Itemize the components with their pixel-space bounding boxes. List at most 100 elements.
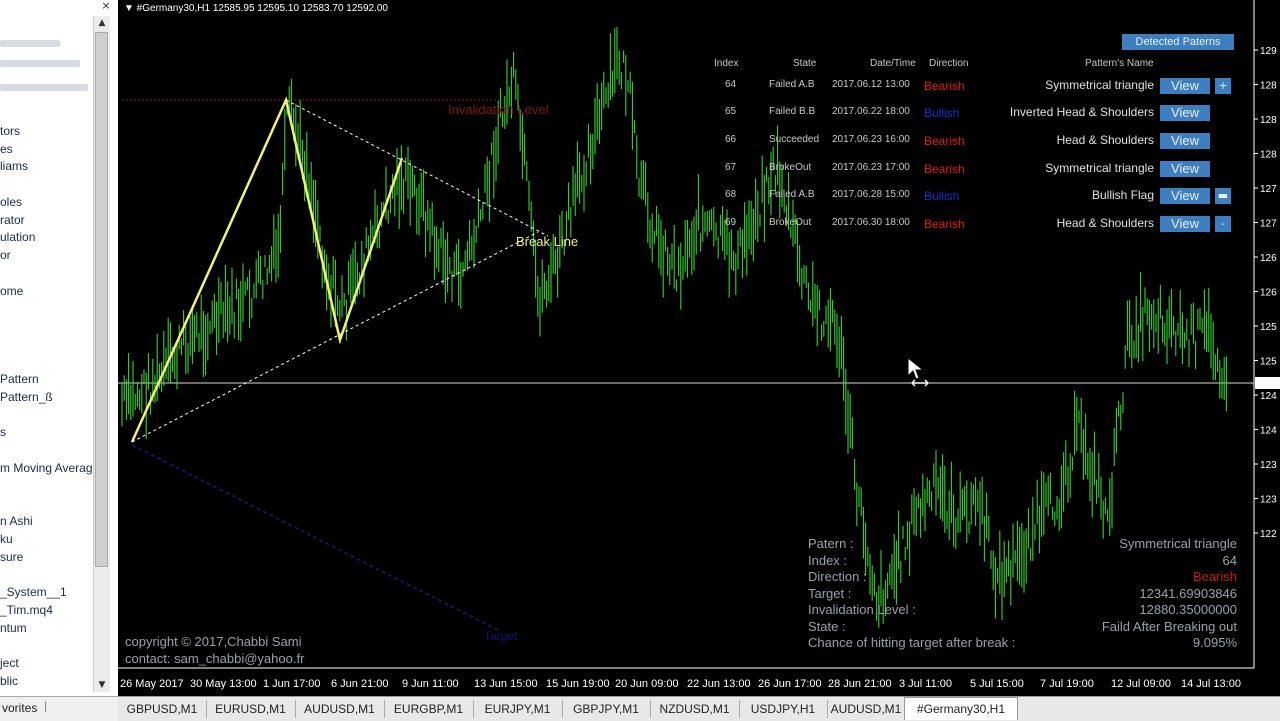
y-tick-label: 123	[1260, 460, 1277, 471]
chart-tab[interactable]: USDJPY,H1	[739, 700, 828, 718]
info-label: Target :	[808, 585, 852, 601]
y-tick-label: 126	[1260, 253, 1277, 264]
navigator-item[interactable]: s	[0, 425, 6, 439]
y-tick-label: 129	[1260, 46, 1277, 57]
scroll-down-icon[interactable]: ▼	[94, 678, 110, 692]
navigator-item[interactable]: es	[0, 142, 13, 156]
navigator-item[interactable]: m Moving Average	[0, 461, 99, 475]
y-tick-label: 128	[1260, 150, 1277, 161]
navigator-item[interactable]: n Ashi	[0, 514, 33, 528]
row-datetime: 2017.06.30 18:00	[832, 217, 910, 228]
row-extra-button[interactable]: +	[1215, 78, 1231, 94]
row-extra-button[interactable]: -	[1215, 216, 1231, 232]
row-index: 64	[725, 79, 737, 90]
row-state: Failed A.B	[769, 189, 815, 200]
row-state: BrokeOut	[769, 162, 812, 173]
chart-tab[interactable]: AUDUSD,M1	[295, 700, 385, 718]
row-index: 65	[725, 106, 737, 117]
info-label: Direction :	[808, 569, 867, 584]
blurred-item	[0, 84, 88, 91]
view-button[interactable]: View	[1160, 161, 1210, 177]
navigator-item[interactable]: ject	[0, 656, 19, 670]
navigator-item[interactable]: oles	[0, 195, 22, 209]
x-tick-label: 15 Jun 19:00	[546, 678, 610, 690]
favorites-tab[interactable]: vorites |	[0, 696, 118, 721]
x-tick-label: 7 Jul 19:00	[1040, 678, 1094, 690]
y-tick-label: 128	[1260, 115, 1277, 126]
price-chart[interactable]: 26 May 2017 30 May 13:00 1 Jun 17:00 6 Jun …	[118, 0, 1280, 696]
row-extra-button[interactable]: ▬	[1215, 188, 1231, 204]
x-tick-label: 9 Jun 11:00	[402, 678, 459, 690]
x-tick-label: 13 Jun 15:00	[474, 678, 538, 690]
chart-tab[interactable]: GBPUSD,M1	[118, 700, 207, 718]
view-button[interactable]: View	[1160, 78, 1210, 94]
info-value: Bearish	[1192, 569, 1237, 584]
navigator-item[interactable]: Pattern_ß	[0, 390, 53, 404]
row-datetime: 2017.06.12 13:00	[832, 79, 910, 90]
navigator-item[interactable]: ku	[0, 532, 13, 546]
info-label: Invalidation Level :	[808, 602, 916, 617]
scroll-thumb[interactable]	[95, 32, 108, 567]
view-button[interactable]: View	[1160, 133, 1210, 149]
navigator-item[interactable]: Pattern	[0, 372, 39, 386]
row-direction: Bearish	[924, 79, 965, 93]
contact-text: contact: sam_chabbi@yahoo.fr	[125, 651, 305, 666]
view-button[interactable]: View	[1160, 188, 1210, 204]
navigator-item[interactable]: or	[0, 248, 11, 262]
chart-tab[interactable]: EURUSD,M1	[206, 700, 296, 718]
row-direction: Bearish	[924, 134, 965, 148]
favorites-label: vorites	[2, 701, 38, 715]
navigator-item[interactable]: liams	[0, 159, 28, 173]
info-value: Symmetrical triangle	[1119, 536, 1237, 551]
view-button[interactable]: View	[1160, 216, 1210, 232]
info-value: 9.095%	[1192, 635, 1237, 650]
navigator-item[interactable]: rator	[0, 213, 25, 227]
scroll-up-icon[interactable]: ▲	[94, 16, 110, 30]
x-tick-label: 26 May 2017	[120, 678, 184, 690]
navigator-item[interactable]: ntum	[0, 621, 27, 635]
chart-tab[interactable]: AUDUSD,M1	[827, 700, 906, 718]
navigator-scrollbar[interactable]: ▲ ▼	[93, 16, 110, 692]
row-direction: Bullish	[924, 106, 960, 120]
navigator-item[interactable]: ulation	[0, 230, 35, 244]
row-pattern-name: Bullish Flag	[1091, 188, 1154, 202]
close-icon[interactable]: ×	[100, 0, 112, 12]
blurred-item	[0, 60, 80, 67]
invalidation-label: Invalidation Level	[448, 102, 549, 117]
info-value: 12341.69903846	[1139, 585, 1237, 601]
info-value: Faild After Breaking out	[1101, 618, 1237, 634]
view-button[interactable]: View	[1160, 105, 1210, 121]
row-datetime: 2017.06.23 17:00	[832, 162, 910, 173]
chart-tab[interactable]: EURGBP,M1	[384, 700, 474, 718]
navigator-item[interactable]: _System__1	[0, 585, 67, 599]
row-pattern-name: Symmetrical triangle	[1045, 78, 1154, 92]
y-tick-label: 123	[1260, 495, 1277, 506]
chart-tab[interactable]: EURJPY,M1	[473, 700, 563, 718]
y-tick-label: 124	[1260, 391, 1277, 402]
info-label: Patern :	[808, 536, 854, 551]
x-tick-label: 5 Jul 15:00	[970, 678, 1024, 690]
navigator-item[interactable]: sure	[0, 550, 23, 564]
row-pattern-name: Symmetrical triangle	[1045, 161, 1154, 175]
x-tick-label: 30 May 13:00	[190, 678, 257, 690]
chart-tab[interactable]: GBPJPY,M1	[562, 700, 651, 718]
chart-tab[interactable]: NZDUSD,M1	[650, 700, 740, 718]
x-tick-label: 12 Jul 09:00	[1111, 678, 1171, 690]
y-tick-label: 122	[1260, 529, 1277, 540]
x-tick-label: 20 Jun 09:00	[615, 678, 679, 690]
navigator-item[interactable]: ome	[0, 284, 23, 298]
col-datetime-header: Date/Time	[870, 58, 916, 69]
row-datetime: 2017.06.28 15:00	[832, 189, 910, 200]
x-tick-label: 22 Jun 13:00	[687, 678, 751, 690]
navigator-item[interactable]: tors	[0, 124, 20, 138]
navigator-item[interactable]: blic	[0, 674, 18, 688]
navigator-item[interactable]: _Tim.mq4	[0, 603, 53, 617]
detected-patterns-button[interactable]: Detected Paterns	[1122, 34, 1234, 50]
y-tick-label: 125	[1260, 322, 1277, 333]
y-tick-label: 128	[1260, 81, 1277, 92]
x-tick-label: 3 Jul 11:00	[899, 678, 952, 690]
chart-tab[interactable]: #Germany30,H1	[904, 697, 1018, 720]
x-tick-label: 14 Jul 13:00	[1181, 678, 1241, 690]
info-value: 12880.35000000	[1139, 602, 1237, 617]
row-state: Failed B.B	[769, 106, 816, 117]
